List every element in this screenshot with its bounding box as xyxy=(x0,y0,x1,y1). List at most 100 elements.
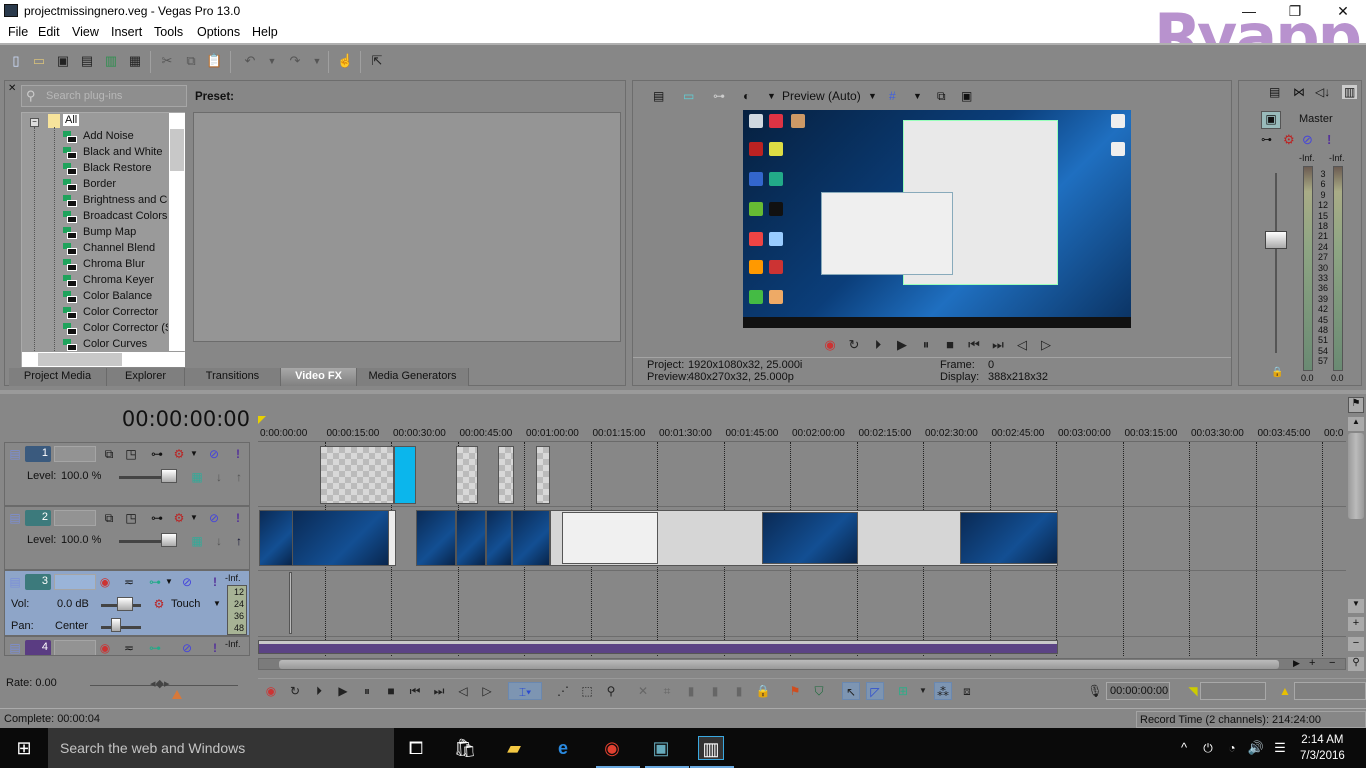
level-slider[interactable] xyxy=(161,533,177,547)
zoom-edit-tool-icon[interactable]: ⚲ xyxy=(602,682,620,700)
snapping-dropdown-icon[interactable]: ▼ xyxy=(914,682,932,700)
record-icon[interactable]: ◉ xyxy=(262,682,280,700)
tree-root-all[interactable]: All xyxy=(63,114,80,126)
make-compositing-child-icon[interactable]: ◳ xyxy=(123,510,139,526)
downmix-icon[interactable]: ⋈ xyxy=(1293,85,1305,99)
wifi-icon[interactable]: ◔ xyxy=(1220,736,1244,760)
preset-list[interactable] xyxy=(193,112,621,342)
fx-dropdown-icon[interactable]: ▼ xyxy=(161,574,177,590)
menu-insert[interactable]: Insert xyxy=(111,25,142,39)
render-as-icon[interactable]: ▥ xyxy=(103,53,119,69)
timeline-tracks-area[interactable] xyxy=(258,442,1346,656)
video-clip[interactable] xyxy=(416,510,456,566)
selection-edit-tool-icon[interactable]: ⬚ xyxy=(578,682,596,700)
solo-icon[interactable]: ! xyxy=(230,446,246,462)
video-clip[interactable] xyxy=(456,510,486,566)
pause-icon[interactable]: ⏸ xyxy=(358,682,376,700)
video-clip[interactable] xyxy=(536,446,550,504)
zoom-in-time-icon[interactable]: + xyxy=(1309,657,1315,669)
close-panel-icon[interactable]: ✕ xyxy=(8,83,16,94)
snapping-icon[interactable]: ⊞ xyxy=(894,682,912,700)
cut-icon[interactable]: ✂ xyxy=(159,53,175,69)
automation-mode-icon[interactable]: ⚙ xyxy=(151,596,167,612)
chrome-icon[interactable]: ◉ xyxy=(600,736,624,760)
selection-length-field[interactable] xyxy=(1294,682,1366,700)
trim-icon[interactable]: ⌗ xyxy=(658,682,676,700)
track-fx-chain-icon[interactable]: ▦ xyxy=(189,469,205,485)
audio-clip[interactable] xyxy=(258,640,1058,654)
plugin-item[interactable]: Brightness and Contrast xyxy=(22,193,168,209)
mute-icon[interactable]: ⊘ xyxy=(1302,132,1313,148)
cursor-position-field[interactable]: 00:00:00:00 xyxy=(1106,682,1170,700)
composite-mode-icon[interactable]: ⧉ xyxy=(101,446,117,462)
minimize-track-icon[interactable]: ▤ xyxy=(7,510,23,526)
child-track-icon[interactable]: ↑ xyxy=(231,469,247,485)
zoom-tool-icon[interactable]: ⚲ xyxy=(1348,657,1364,671)
file-explorer-icon[interactable]: ▰ xyxy=(502,736,526,760)
windows-start-icon[interactable]: ⊞ xyxy=(12,736,36,760)
preview-properties-icon[interactable]: ▤ xyxy=(653,88,664,104)
go-to-end-icon[interactable]: ⏭ xyxy=(989,336,1007,354)
arm-for-record-icon[interactable]: ◉ xyxy=(97,640,113,655)
video-clip[interactable] xyxy=(498,446,514,504)
tree-vertical-scrollbar[interactable] xyxy=(169,113,185,351)
track-motion-icon[interactable]: ⚙ xyxy=(171,510,187,526)
video-clip[interactable] xyxy=(292,510,392,566)
quality-dropdown-icon[interactable]: ▼ xyxy=(868,88,877,104)
track-header-4[interactable]: ▤ 4 ◉ ≂ ⊶ ⊘ ! -Inf. xyxy=(4,636,250,656)
redo-dropdown-icon[interactable]: ▼ xyxy=(309,53,325,69)
mixer-view-icon[interactable]: ▥ xyxy=(1342,85,1358,99)
stop-icon[interactable]: ■ xyxy=(382,682,400,700)
show-hidden-icons-icon[interactable]: ^ xyxy=(1172,736,1196,760)
track-fx-icon[interactable]: ⊶ xyxy=(149,446,165,462)
tab-video-fx[interactable]: Video FX xyxy=(281,368,357,386)
video-clip[interactable] xyxy=(388,510,396,566)
save-icon[interactable]: ▣ xyxy=(55,53,71,69)
mixer-properties-icon[interactable]: ▤ xyxy=(1269,85,1280,99)
undo-dropdown-icon[interactable]: ▼ xyxy=(264,53,280,69)
go-to-start-icon[interactable]: ⏮ xyxy=(965,336,983,354)
master-bypass-icon[interactable]: ▣ xyxy=(1261,111,1281,129)
lock-icon[interactable]: 🔒 xyxy=(754,682,772,700)
insert-region-icon[interactable]: ⛉ xyxy=(810,682,828,700)
tab-project-media[interactable]: Project Media xyxy=(9,368,107,386)
volume-slider[interactable] xyxy=(117,597,133,611)
dim-output-icon[interactable]: ◁↓ xyxy=(1315,85,1330,99)
parent-track-icon[interactable]: ↓ xyxy=(211,533,227,549)
timeline-vertical-scrollbar[interactable]: ⚑ ▲ ▼ + − ⚲ xyxy=(1346,395,1366,675)
external-monitor-icon[interactable]: ▭ xyxy=(683,88,694,104)
insert-marker-icon[interactable]: ⚑ xyxy=(786,682,804,700)
track-header-3[interactable]: ▤ 3 ◉ ≂ ⊶ ▼ ⊘ ! -Inf. 12 24 36 48 Vol: 0.0 … xyxy=(4,570,250,636)
rate-slider[interactable]: ◂◆▸ xyxy=(150,677,170,690)
grid-dropdown-icon[interactable]: ▼ xyxy=(913,88,922,104)
auto-ripple-icon[interactable]: ↖ xyxy=(842,682,860,700)
minimize-track-icon[interactable]: ▤ xyxy=(7,640,23,655)
previous-frame-icon[interactable]: ◁ xyxy=(454,682,472,700)
taskbar-search-box[interactable]: Search the web and Windows xyxy=(48,728,394,768)
play-icon[interactable]: ▶ xyxy=(893,336,911,354)
go-to-start-icon[interactable]: ⏮ xyxy=(406,682,424,700)
plugin-item[interactable]: Channel Blend xyxy=(22,241,168,257)
split-screen-icon[interactable]: ⊶ xyxy=(713,88,725,104)
mute-icon[interactable]: ⊘ xyxy=(179,640,195,655)
track-name-field[interactable] xyxy=(54,574,96,590)
tab-explorer[interactable]: Explorer xyxy=(107,368,185,386)
zoom-in-tracks-icon[interactable]: + xyxy=(1348,617,1364,631)
motion-dropdown-icon[interactable]: ▼ xyxy=(186,446,202,462)
track-name-field[interactable] xyxy=(54,446,96,462)
preview-quality-dropdown[interactable]: Preview (Auto) xyxy=(782,88,861,104)
video-clip[interactable] xyxy=(512,510,550,566)
track-motion-icon[interactable]: ⚙ xyxy=(171,446,187,462)
plugin-item[interactable]: Black Restore xyxy=(22,161,168,177)
tab-transitions[interactable]: Transitions xyxy=(185,368,281,386)
edge-browser-icon[interactable]: e xyxy=(551,736,575,760)
solo-icon[interactable]: ! xyxy=(207,640,223,655)
menu-options[interactable]: Options xyxy=(197,25,240,39)
parent-track-icon[interactable]: ↓ xyxy=(211,469,227,485)
video-clip[interactable] xyxy=(320,446,394,504)
timeline-horizontal-scrollbar[interactable]: ▶ + − xyxy=(258,657,1346,670)
lock-icon[interactable]: 🔒 xyxy=(1271,367,1283,378)
timeline-ruler[interactable]: 0:00:00:00 00:00:15:00 00:00:30:00 00:00:45… xyxy=(258,420,1346,442)
marker-flag-icon[interactable]: ⚑ xyxy=(1348,397,1364,413)
track-fx-icon[interactable]: ⊶ xyxy=(149,510,165,526)
